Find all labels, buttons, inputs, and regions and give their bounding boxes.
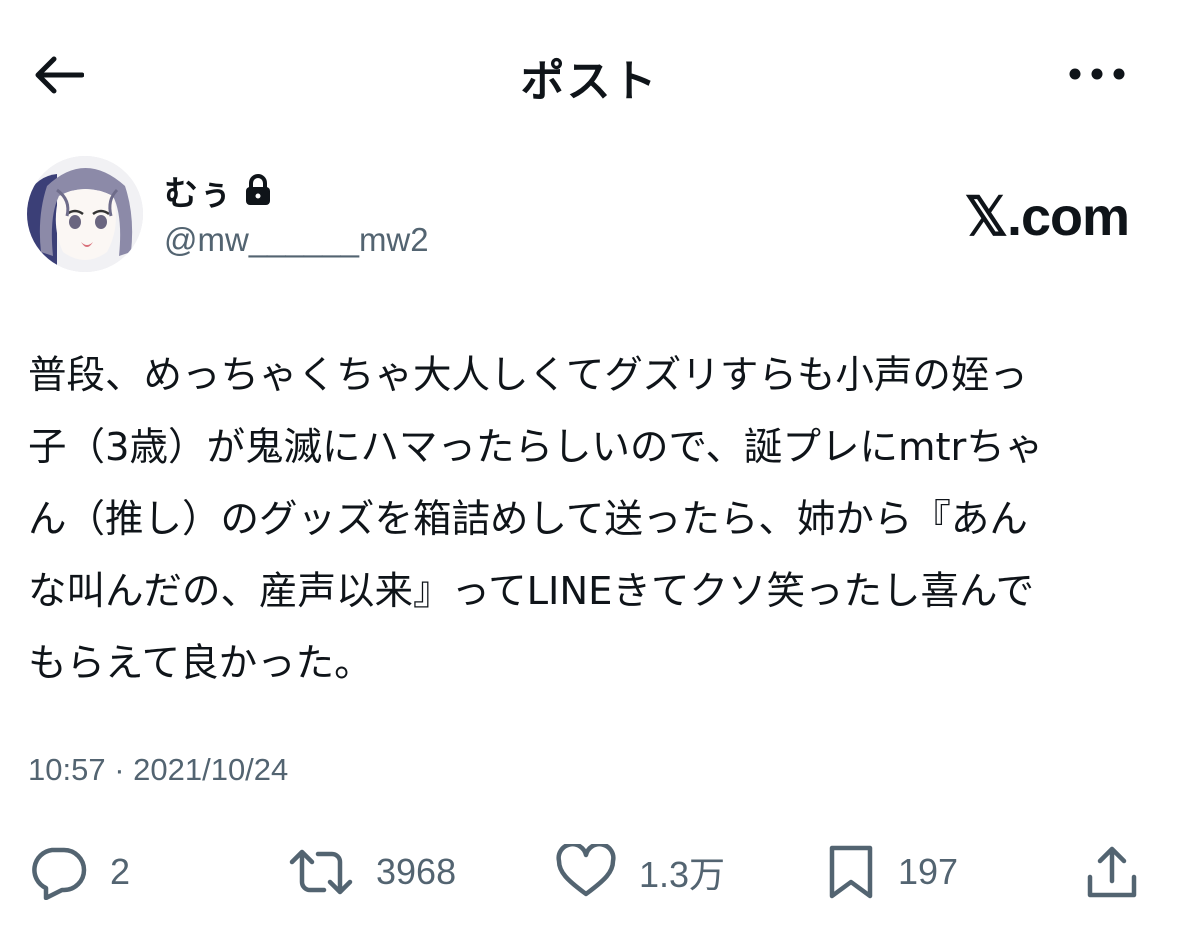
timestamp[interactable]: 10:57 · 2021/10/24	[28, 752, 288, 788]
avatar[interactable]	[27, 156, 143, 272]
heart-icon	[556, 844, 616, 897]
bookmark-button[interactable]: 197	[826, 840, 958, 904]
avatar-image	[27, 156, 143, 272]
reply-button[interactable]: 2	[28, 840, 130, 904]
brand-logo: 𝕏.com	[964, 187, 1130, 247]
like-button[interactable]: 1.3万	[555, 840, 725, 904]
top-bar: ポスト	[0, 0, 1179, 150]
share-icon	[1087, 846, 1137, 898]
more-horizontal-icon	[1069, 68, 1125, 80]
reply-icon	[32, 847, 87, 900]
share-button[interactable]	[1084, 840, 1140, 904]
like-count: 1.3万	[639, 854, 726, 895]
author-info: むぅ @mw______mw2	[164, 165, 429, 259]
action-bar: 2 3968 1.3万 197	[0, 840, 1179, 904]
display-name-row: むぅ	[164, 165, 429, 215]
bookmark-icon	[829, 845, 873, 899]
bookmark-count: 197	[898, 851, 959, 892]
page-title: ポスト	[520, 56, 659, 107]
retweet-count: 3968	[376, 851, 457, 892]
lock-icon	[244, 173, 274, 207]
retweet-button[interactable]: 3968	[288, 840, 456, 904]
display-name[interactable]: むぅ	[164, 166, 232, 215]
tweet-text: 普段、めっちゃくちゃ大人しくてグズリすらも小声の姪っ 子（3歳）が鬼滅にハマった…	[28, 353, 1044, 686]
more-options-button[interactable]	[1062, 52, 1132, 96]
retweet-icon	[289, 849, 353, 895]
user-handle[interactable]: @mw______mw2	[164, 221, 429, 259]
reply-count: 2	[110, 851, 131, 892]
